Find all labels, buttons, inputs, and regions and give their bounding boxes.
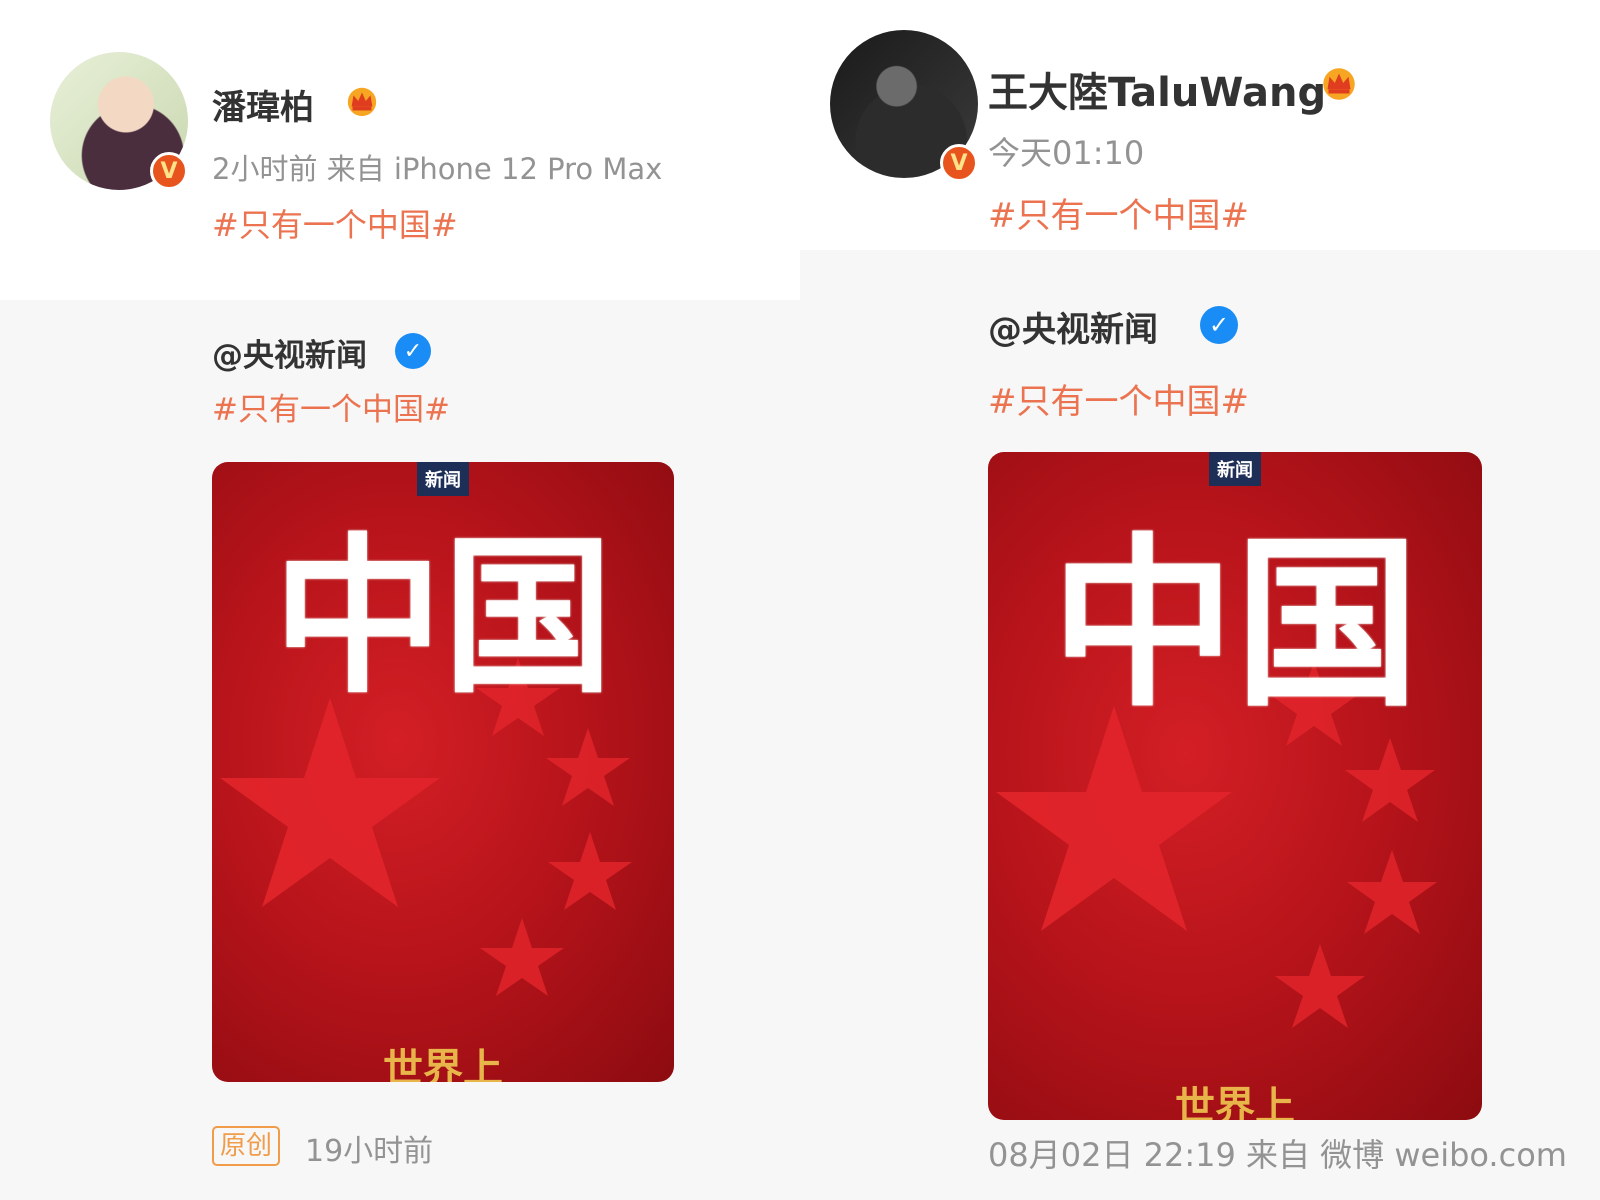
blue-verified-icon: ✓ — [1200, 306, 1238, 344]
author-name[interactable]: 潘瑋柏 — [212, 80, 314, 129]
original-badge: 原创 — [212, 1126, 281, 1166]
crown-icon — [347, 87, 377, 117]
author-name[interactable]: 王大陸TaluWang — [988, 60, 1326, 118]
post-meta: 2小时前 来自 iPhone 12 Pro Max — [212, 152, 663, 186]
poster-subtitle: 世界上 — [383, 1046, 503, 1082]
verified-v-icon: V — [150, 152, 188, 190]
crown-icon — [1323, 68, 1355, 100]
poster-image[interactable]: 新闻 中国 世界上 — [212, 462, 674, 1082]
weibo-post: V 王大陸TaluWang 今天01:10 #只有一个中国# @央视新闻 ✓ #… — [800, 0, 1600, 1200]
blue-verified-icon: ✓ — [395, 333, 431, 369]
poster-logo: 新闻 — [417, 462, 469, 496]
repost-author-link[interactable]: @央视新闻 — [212, 330, 367, 375]
poster-subtitle: 世界上 — [1175, 1084, 1295, 1120]
poster-logo: 新闻 — [1209, 452, 1261, 486]
post-hashtag-link[interactable]: #只有一个中国# — [988, 188, 1249, 237]
weibo-post: V 潘瑋柏 2小时前 来自 iPhone 12 Pro Max #只有一个中国#… — [0, 0, 800, 1200]
repost-time[interactable]: 08月02日 22:19 来自 微博 weibo.com — [988, 1130, 1567, 1176]
post-meta: 今天01:10 — [988, 134, 1145, 172]
verified-v-icon: V — [940, 144, 978, 182]
repost-hashtag-link[interactable]: #只有一个中国# — [212, 384, 450, 429]
repost-hashtag-link[interactable]: #只有一个中国# — [988, 374, 1249, 423]
poster-title: 中国 — [1050, 516, 1419, 732]
repost-author-link[interactable]: @央视新闻 — [988, 302, 1158, 351]
post-hashtag-link[interactable]: #只有一个中国# — [212, 200, 458, 246]
poster-title: 中国 — [272, 517, 613, 717]
poster-image[interactable]: 新闻 中国 世界上 — [988, 452, 1482, 1120]
repost-time[interactable]: 19小时前 — [305, 1126, 433, 1170]
